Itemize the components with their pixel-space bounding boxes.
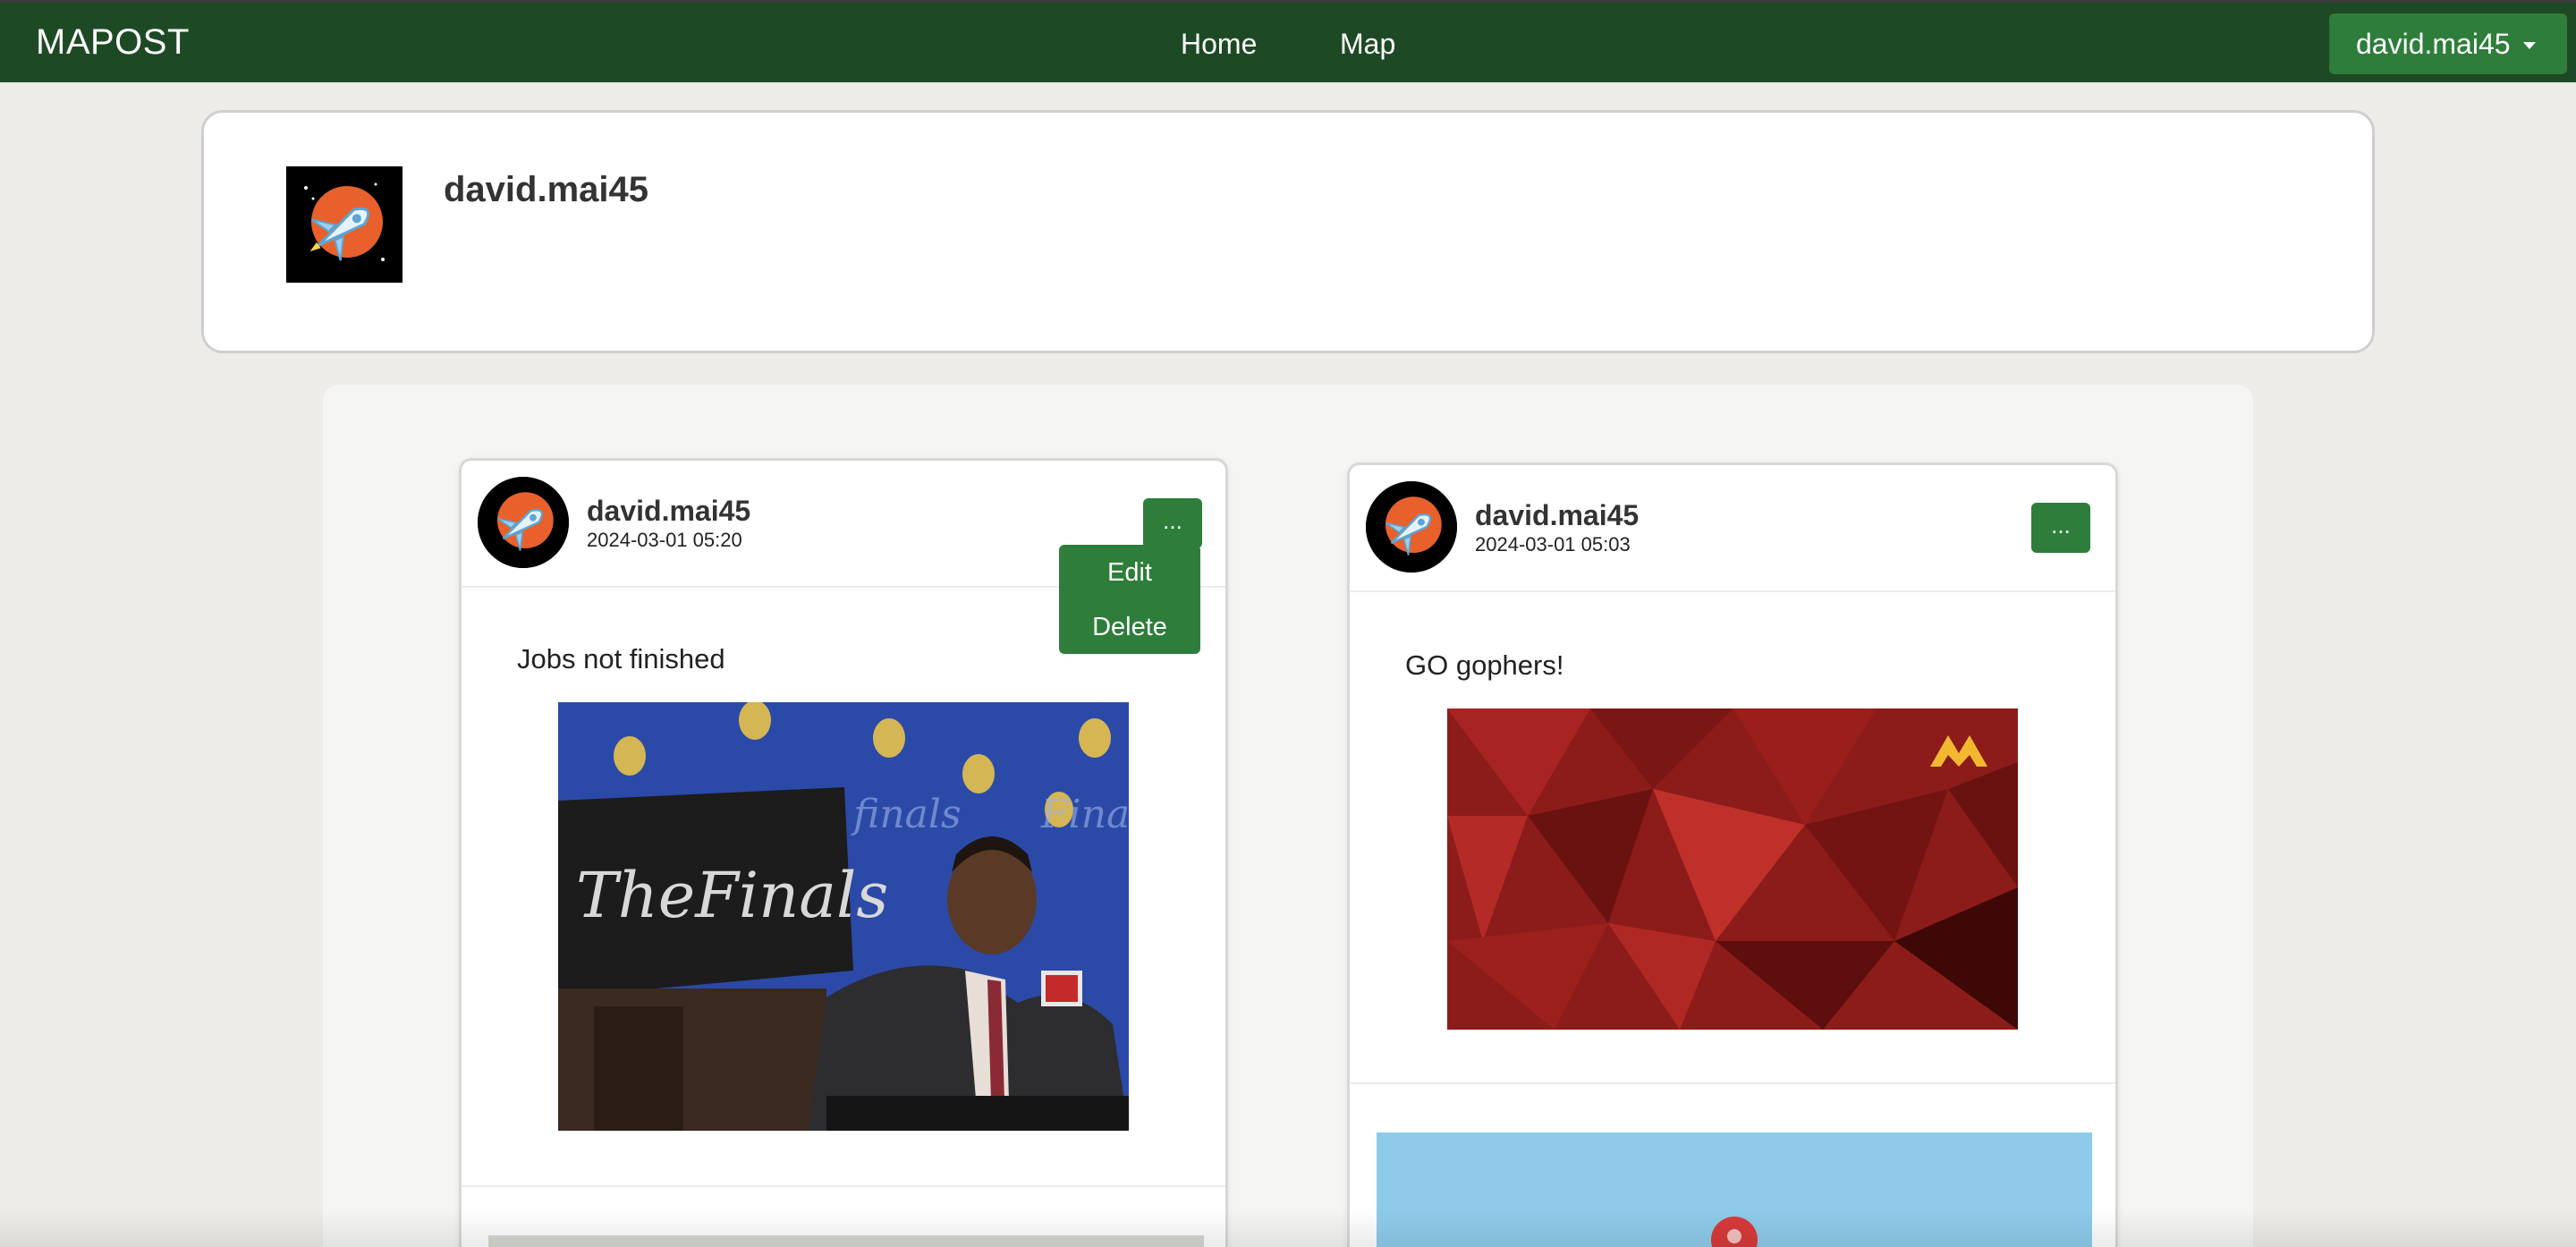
post-text: GO gophers! [1405, 649, 1564, 681]
profile-card: david.mai45 [201, 110, 2375, 353]
top-navbar: MAPOST Home Map david.mai45 [0, 0, 2576, 82]
brand-logo[interactable]: MAPOST [36, 22, 190, 63]
bottom-shadow [0, 1208, 2576, 1247]
delete-post-menu-item[interactable]: Delete [1059, 613, 1200, 642]
rocket-avatar-icon[interactable] [1366, 481, 1457, 573]
rocket-avatar-icon [286, 166, 402, 283]
nav-home-link[interactable]: Home [1181, 28, 1257, 61]
profile-username: david.mai45 [444, 170, 649, 209]
post-username[interactable]: david.mai45 [1475, 499, 1639, 532]
post-timestamp: 2024-03-01 05:20 [587, 529, 742, 551]
post-username[interactable]: david.mai45 [587, 495, 750, 528]
post-image: finals Final TheFinals [558, 702, 1129, 1131]
post-image [1447, 708, 2018, 1030]
nav-map-link[interactable]: Map [1340, 28, 1395, 61]
edit-post-menu-item[interactable]: Edit [1059, 558, 1200, 588]
post-footer-divider [462, 1185, 1225, 1187]
svg-text:Final: Final [1040, 792, 1129, 837]
post-options-menu: Edit Delete [1059, 545, 1200, 654]
user-menu-label: david.mai45 [2356, 27, 2511, 60]
post-text: Jobs not finished [517, 643, 725, 674]
user-menu-button[interactable]: david.mai45 [2329, 13, 2567, 74]
svg-text:finals: finals [851, 792, 962, 837]
post-card: david.mai45 2024-03-01 05:03 ... GO goph… [1347, 462, 2118, 1247]
post-timestamp: 2024-03-01 05:03 [1475, 533, 1631, 556]
post-header-divider [1350, 590, 2115, 592]
caret-down-icon [2522, 42, 2536, 49]
rocket-avatar-icon[interactable] [478, 477, 569, 568]
post-options-button[interactable]: ... [1143, 498, 1202, 548]
post-footer-divider [1350, 1082, 2115, 1084]
svg-text:TheFinals: TheFinals [576, 859, 888, 932]
post-options-button[interactable]: ... [2031, 503, 2090, 553]
